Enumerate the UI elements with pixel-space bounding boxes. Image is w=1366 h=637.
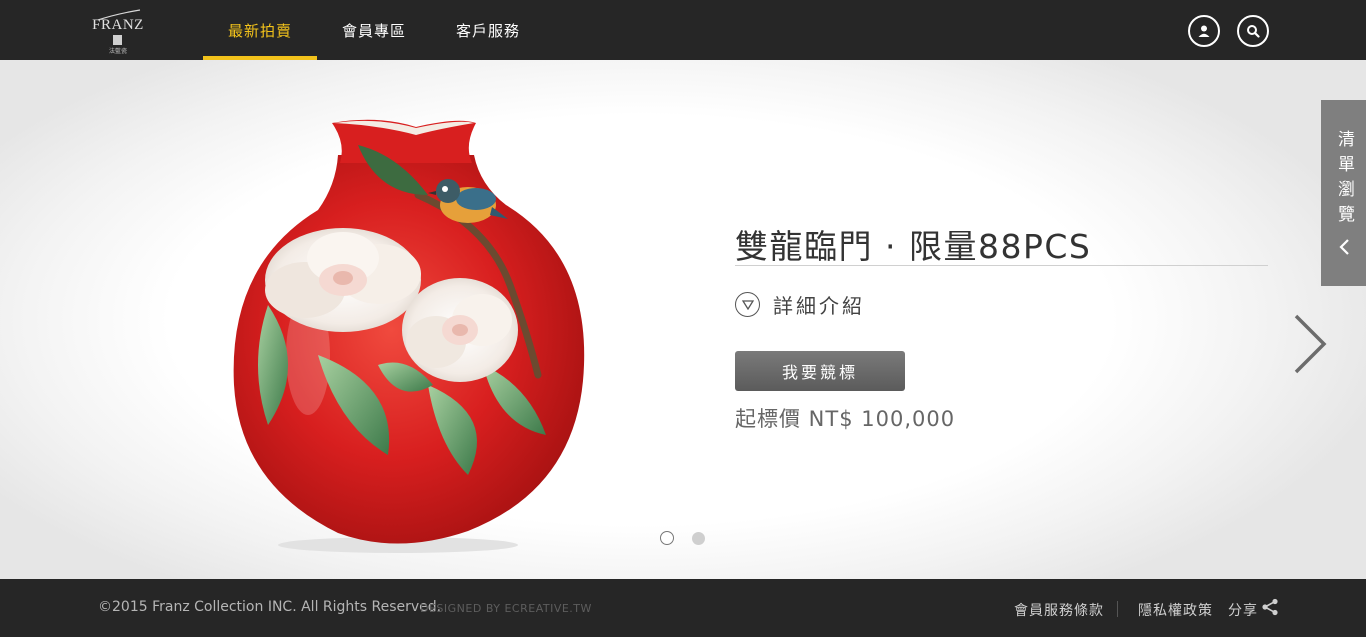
share-icon[interactable]	[1261, 598, 1279, 616]
list-view-label: 清單瀏覽	[1334, 130, 1354, 230]
search-button[interactable]	[1237, 15, 1269, 47]
user-account-button[interactable]	[1188, 15, 1220, 47]
details-label: 詳細介紹	[773, 294, 865, 318]
main-nav: 最新拍賣 會員專區 客戶服務	[203, 0, 545, 60]
chevron-left-icon	[1338, 239, 1349, 255]
place-bid-button[interactable]: 我要競標	[735, 351, 905, 391]
title-divider	[735, 265, 1268, 266]
member-terms-link[interactable]: 會員服務條款	[1014, 600, 1104, 620]
hero-carousel: 雙龍臨門 · 限量88PCS 詳細介紹 我要競標 起標價 NT$ 100,000…	[0, 60, 1366, 579]
nav-latest-auctions[interactable]: 最新拍賣	[203, 0, 318, 60]
list-view-tab[interactable]: 清單瀏覽	[1321, 100, 1366, 286]
logo-subtitle: 法藍瓷	[108, 48, 127, 55]
carousel-dot-2[interactable]	[692, 532, 705, 545]
starting-price: 起標價 NT$ 100,000	[735, 407, 956, 431]
nav-customer-service[interactable]: 客戶服務	[431, 0, 545, 60]
product-image-vase[interactable]	[228, 115, 588, 555]
product-title: 雙龍臨門 · 限量88PCS	[735, 227, 1092, 266]
share-link[interactable]: 分享	[1228, 600, 1258, 620]
nav-member-area[interactable]: 會員專區	[317, 0, 431, 60]
top-navbar: FRANZ 法藍瓷 最新拍賣 會員專區 客戶服務	[0, 0, 1366, 60]
carousel-dot-1[interactable]	[660, 531, 674, 545]
user-icon	[1198, 25, 1210, 37]
privacy-policy-link[interactable]: 隱私權政策	[1138, 600, 1213, 620]
copyright-text: ©2015 Franz Collection INC. All Rights R…	[98, 599, 442, 615]
logo-wordmark: FRANZ	[92, 17, 144, 33]
designer-credit[interactable]: DESIGNED BY ECREATIVE.TW	[420, 602, 592, 615]
franz-logo[interactable]: FRANZ 法藍瓷	[92, 8, 144, 55]
triangle-down-icon	[735, 292, 760, 317]
search-icon	[1247, 25, 1260, 38]
chevron-right-icon[interactable]	[1290, 312, 1330, 376]
footer-divider	[1117, 601, 1118, 617]
logo-emblem	[113, 35, 122, 45]
footer: ©2015 Franz Collection INC. All Rights R…	[0, 579, 1366, 637]
details-toggle[interactable]: 詳細介紹	[735, 290, 865, 319]
